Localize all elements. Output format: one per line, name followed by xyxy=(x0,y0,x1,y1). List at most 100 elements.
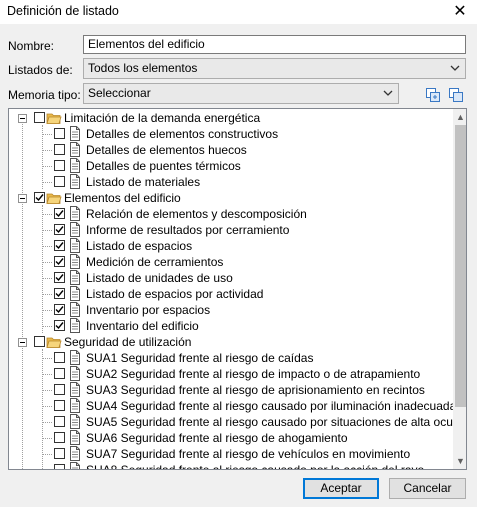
tree-item[interactable]: SUA3 Seguridad frente al riesgo de apris… xyxy=(9,382,449,398)
checkbox[interactable] xyxy=(54,160,65,171)
memoria-select[interactable]: Seleccionar xyxy=(83,83,399,104)
tree-item-label: SUA5 Seguridad frente al riesgo causado … xyxy=(86,415,467,429)
tree-item-label: SUA7 Seguridad frente al riesgo de vehíc… xyxy=(86,447,411,461)
tree-connector xyxy=(42,406,52,407)
checkbox[interactable] xyxy=(54,128,65,139)
duplicate-icon[interactable] xyxy=(448,87,464,103)
tree-group[interactable]: Elementos del edificio xyxy=(9,190,449,206)
tree-connector xyxy=(42,182,52,183)
tree-item-label: SUA8 Seguridad frente al riesgo causado … xyxy=(86,463,425,470)
checkbox[interactable] xyxy=(54,368,65,379)
tree-item[interactable]: Detalles de elementos huecos xyxy=(9,142,449,158)
checkbox[interactable] xyxy=(54,400,65,411)
checkbox[interactable] xyxy=(54,240,65,251)
tree-connector xyxy=(42,294,52,295)
checkbox[interactable] xyxy=(54,176,65,187)
document-icon xyxy=(69,126,81,141)
tree-item[interactable]: SUA6 Seguridad frente al riesgo de ahoga… xyxy=(9,430,449,446)
tree-connector xyxy=(42,454,52,455)
checkbox[interactable] xyxy=(54,256,65,267)
nombre-input[interactable]: Elementos del edificio xyxy=(83,35,466,54)
checkbox[interactable] xyxy=(54,352,65,363)
nombre-label: Nombre: xyxy=(8,39,55,53)
listados-label: Listados de: xyxy=(8,63,73,77)
document-icon xyxy=(69,206,81,221)
cancel-button[interactable]: Cancelar xyxy=(389,478,466,499)
tree-item-label: Informe de resultados por cerramiento xyxy=(86,223,290,237)
document-icon xyxy=(69,286,81,301)
scroll-thumb[interactable] xyxy=(455,125,466,407)
tree-group[interactable]: Seguridad de utilización xyxy=(9,334,449,350)
memoria-select-value: Seleccionar xyxy=(88,86,151,100)
tree-item[interactable]: Listado de espacios por actividad xyxy=(9,286,449,302)
copy-icon[interactable] xyxy=(425,87,441,103)
checkbox[interactable] xyxy=(54,144,65,155)
document-icon xyxy=(69,158,81,173)
checkbox[interactable] xyxy=(54,464,65,469)
tree-item[interactable]: SUA1 Seguridad frente al riesgo de caída… xyxy=(9,350,449,366)
document-icon xyxy=(69,142,81,157)
tree-item[interactable]: SUA4 Seguridad frente al riesgo causado … xyxy=(9,398,456,414)
folder-icon xyxy=(46,111,62,125)
tree-item[interactable]: Informe de resultados por cerramiento xyxy=(9,222,449,238)
collapse-icon[interactable] xyxy=(18,114,27,123)
tree-group-label: Limitación de la demanda energética xyxy=(64,111,261,125)
scroll-down-icon[interactable]: ▼ xyxy=(453,453,466,469)
tree-item[interactable]: Relación de elementos y descomposición xyxy=(9,206,449,222)
tree-item-label: Listado de materiales xyxy=(86,175,201,189)
scroll-up-icon[interactable]: ▲ xyxy=(453,109,466,125)
accept-button[interactable]: Aceptar xyxy=(303,478,379,499)
tree-item[interactable]: Listado de unidades de uso xyxy=(9,270,449,286)
document-icon xyxy=(69,382,81,397)
document-icon xyxy=(69,238,81,253)
checkbox[interactable] xyxy=(34,192,45,203)
checkbox[interactable] xyxy=(54,384,65,395)
tree-item[interactable]: Listado de espacios xyxy=(9,238,449,254)
tree-item-label: Relación de elementos y descomposición xyxy=(86,207,307,221)
tree-connector xyxy=(42,358,52,359)
checkbox[interactable] xyxy=(54,416,65,427)
tree-item[interactable]: SUA8 Seguridad frente al riesgo causado … xyxy=(9,462,449,470)
checkbox[interactable] xyxy=(54,304,65,315)
listados-select[interactable]: Todos los elementos xyxy=(83,58,466,79)
tree-item-label: SUA1 Seguridad frente al riesgo de caída… xyxy=(86,351,314,365)
tree-group[interactable]: Limitación de la demanda energética xyxy=(9,110,449,126)
collapse-icon[interactable] xyxy=(18,194,27,203)
tree-item-label: Listado de espacios por actividad xyxy=(86,287,264,301)
document-icon xyxy=(69,302,81,317)
checkbox[interactable] xyxy=(54,272,65,283)
report-tree[interactable]: Limitación de la demanda energética Detal… xyxy=(8,108,467,470)
vertical-scrollbar[interactable]: ▲ ▼ xyxy=(453,109,466,469)
tree-connector xyxy=(42,310,52,311)
checkbox[interactable] xyxy=(54,320,65,331)
checkbox[interactable] xyxy=(54,432,65,443)
tree-item[interactable]: SUA2 Seguridad frente al riesgo de impac… xyxy=(9,366,449,382)
title-bar: Definición de listado ✕ xyxy=(0,0,477,24)
tree-item[interactable]: Detalles de puentes térmicos xyxy=(9,158,449,174)
close-icon[interactable]: ✕ xyxy=(443,0,477,24)
tree-item[interactable]: Inventario por espacios xyxy=(9,302,449,318)
checkbox[interactable] xyxy=(54,224,65,235)
checkbox[interactable] xyxy=(54,208,65,219)
tree-item[interactable]: Inventario del edificio xyxy=(9,318,449,334)
tree-item-label: Detalles de elementos constructivos xyxy=(86,127,279,141)
tree-connector xyxy=(42,246,52,247)
checkbox[interactable] xyxy=(34,112,45,123)
tree-connector xyxy=(42,230,52,231)
tree-connector xyxy=(42,278,52,279)
tree-group-label: Seguridad de utilización xyxy=(64,335,192,349)
tree-item[interactable]: SUA7 Seguridad frente al riesgo de vehíc… xyxy=(9,446,449,462)
tree-item[interactable]: Medición de cerramientos xyxy=(9,254,449,270)
tree-item[interactable]: SUA5 Seguridad frente al riesgo causado … xyxy=(9,414,466,430)
folder-icon xyxy=(46,191,62,205)
checkbox[interactable] xyxy=(34,336,45,347)
checkbox[interactable] xyxy=(54,448,65,459)
tree-item[interactable]: Listado de materiales xyxy=(9,174,449,190)
collapse-icon[interactable] xyxy=(18,338,27,347)
tree-group-label: Elementos del edificio xyxy=(64,191,181,205)
tree-item[interactable]: Detalles de elementos constructivos xyxy=(9,126,449,142)
checkbox[interactable] xyxy=(54,288,65,299)
tree-item-label: Listado de unidades de uso xyxy=(86,271,233,285)
document-icon xyxy=(69,350,81,365)
document-icon xyxy=(69,222,81,237)
